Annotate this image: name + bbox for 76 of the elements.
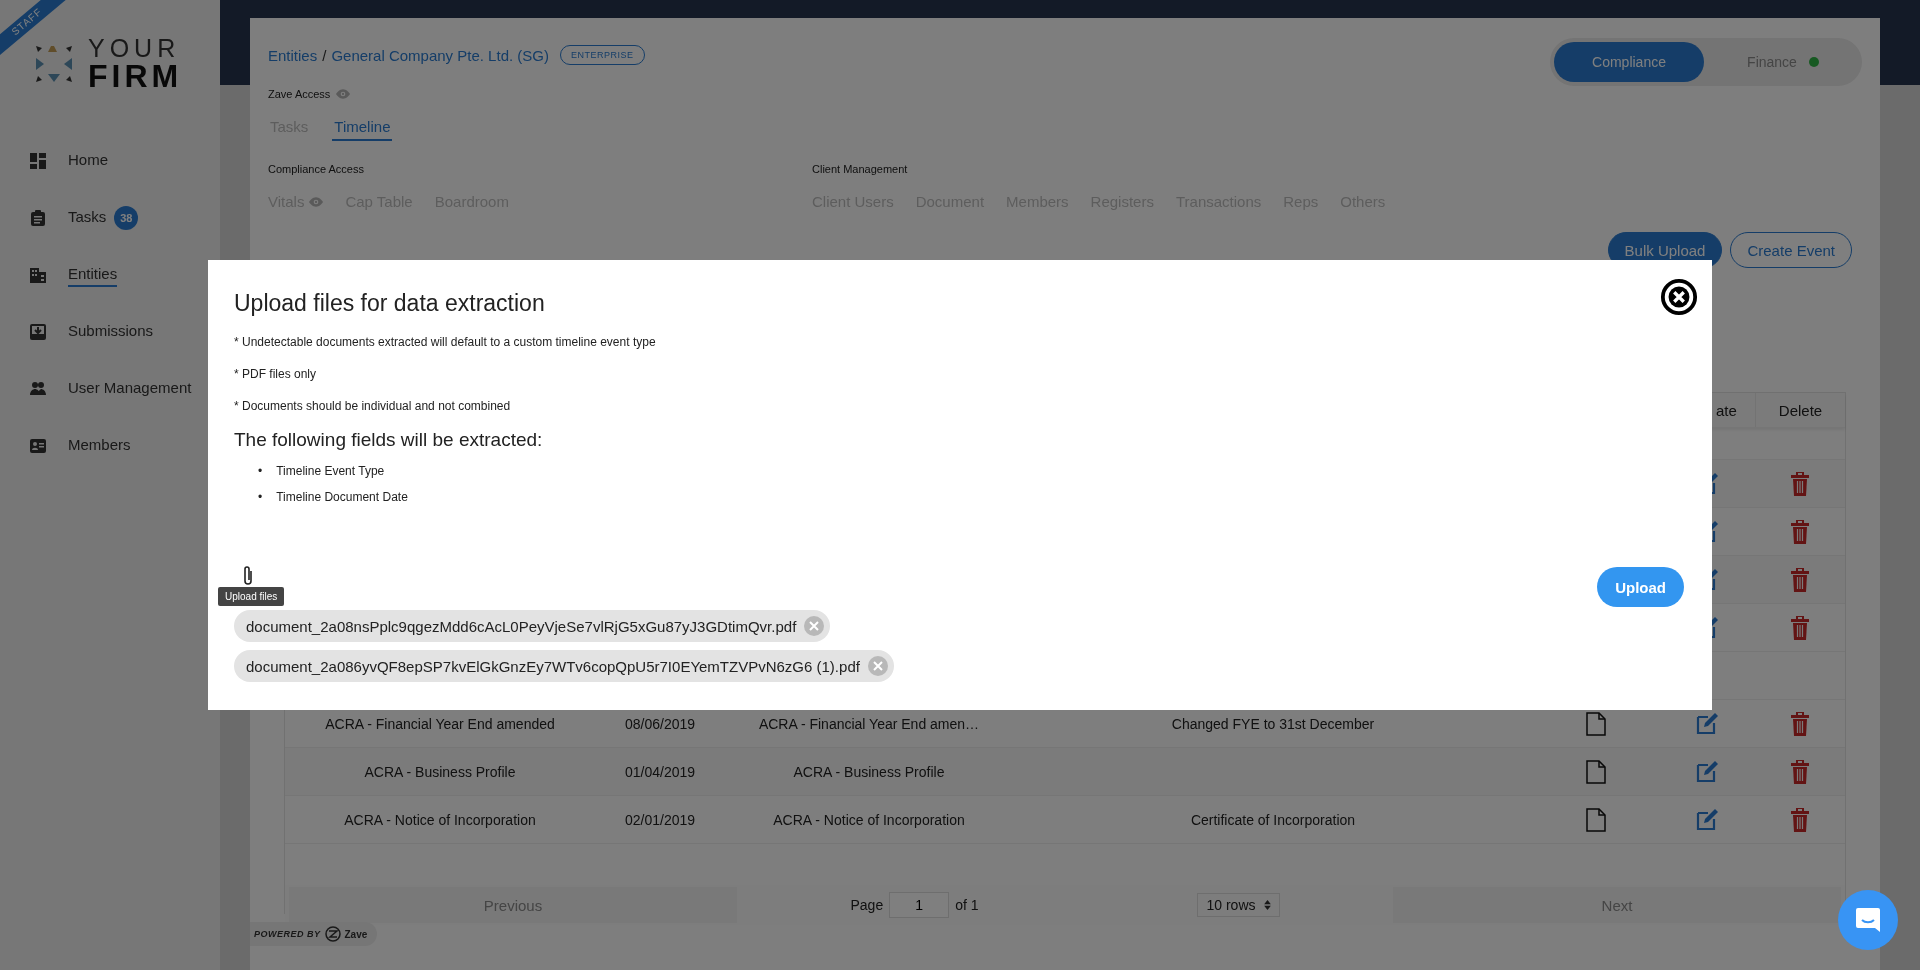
file-name: document_2a08nsPplc9qgezMdd6cAcL0PeyVjeSe7vlRjG5xGu87yJ3GDtimQvr.pdf [246,617,797,635]
field-list-item: Timeline Event Type [276,463,385,479]
building-icon [30,266,46,283]
trash-icon[interactable] [1790,759,1810,784]
note-text: * Undetectable documents extracted will default to a custom timeline event type [234,335,657,349]
modal-title: Upload files for data extraction [234,290,546,317]
table-cell-text: Changed FYE to 31st December [1170,715,1376,732]
table-cell-text: Certificate of Incorporation [1189,811,1357,828]
remove-icon[interactable] [804,616,825,636]
upload-button[interactable]: Upload [1597,567,1684,607]
logo-mark-icon [34,44,74,84]
table-cell-text: 02/01/2019 [623,811,697,828]
trash-icon[interactable] [1790,807,1810,832]
section-heading: The following fields will be extracted: [234,429,544,451]
sort-caret-icon [1263,900,1271,910]
remove-icon[interactable] [867,656,888,676]
table-cell-text: ACRA - Business Profile [792,763,946,780]
table-cell-text: ACRA - Notice of Incorporation [343,811,537,828]
rows-select[interactable]: 10 rows [1197,893,1280,917]
edit-icon[interactable] [1695,711,1719,736]
create-event-button[interactable]: Create Event [1730,232,1852,268]
breadcrumb-separator: / [322,46,327,64]
chat-icon [1854,906,1882,934]
sidebar-item[interactable]: Tasks [68,205,107,230]
document-icon [1586,711,1606,736]
paperclip-icon[interactable] [242,565,254,587]
document-icon [1586,807,1606,832]
list-bullet: • [258,489,263,505]
edit-icon[interactable] [1695,759,1719,784]
dashboard-icon [30,152,46,169]
brand-logo-icon [324,926,341,942]
table-cell-text: ACRA - Notice of Incorporation [772,811,966,828]
table-cell-text: 01/04/2019 [623,763,697,780]
breadcrumb-link[interactable]: General Company Pte. Ltd. (SG) [331,46,549,64]
section-label: Client Management [812,163,909,175]
logo-text: FIRM [88,60,183,92]
sidebar-item[interactable]: Members [68,433,131,458]
table-cell-text: ACRA - Financial Year End amended [324,715,556,732]
mode-toggle-option[interactable]: Compliance [1554,42,1704,82]
table-cell-text: ACRA - Business Profile [363,763,517,780]
field-list-item: Timeline Document Date [276,489,408,505]
table-cell-text: ACRA - Financial Year End amen… [757,715,981,732]
page-count: of 1 [955,897,979,913]
people-icon [30,380,46,397]
sidebar-item[interactable]: Home [68,148,108,173]
section-label: Zave Access [268,88,331,100]
sidebar-item[interactable]: Submissions [68,319,154,344]
powered-by-label: POWERED BY [254,929,321,939]
section-label: Compliance Access [268,163,365,175]
note-text: * Documents should be individual and not combined [234,399,512,413]
sidebar-item[interactable]: User Management [68,376,192,401]
list-bullet: • [258,463,263,479]
table-cell-text: 08/06/2019 [623,715,697,732]
brand-name: Zave [344,928,368,940]
document-icon [1586,759,1606,784]
breadcrumb-link[interactable]: Entities [268,46,318,64]
logo-text: YOUR [88,36,182,60]
page-label: Page [850,897,884,913]
count-badge: 38 [114,205,139,230]
clipboard-icon [30,209,46,226]
sidebar-item[interactable]: Entities [68,262,118,287]
id-card-icon [30,437,46,454]
file-name: document_2a086yvQF8epSP7kvElGkGnzEy7WTv6copQpU5r7I0EYemTZVPvN6zG6 (1).pdf [246,657,860,675]
trash-icon[interactable] [1790,471,1810,496]
page-input[interactable]: 1 [889,892,950,918]
column-header: Delete [1755,393,1845,427]
trash-icon[interactable] [1790,711,1810,736]
inbox-icon [30,323,46,340]
tab[interactable]: Timeline [332,114,393,141]
trash-icon[interactable] [1790,519,1810,544]
note-text: * PDF files only [234,367,318,381]
tooltip: Upload files [218,587,285,606]
edit-icon[interactable] [1695,807,1719,832]
trash-icon[interactable] [1790,615,1810,640]
close-icon[interactable] [1660,278,1698,316]
trash-icon[interactable] [1790,567,1810,592]
